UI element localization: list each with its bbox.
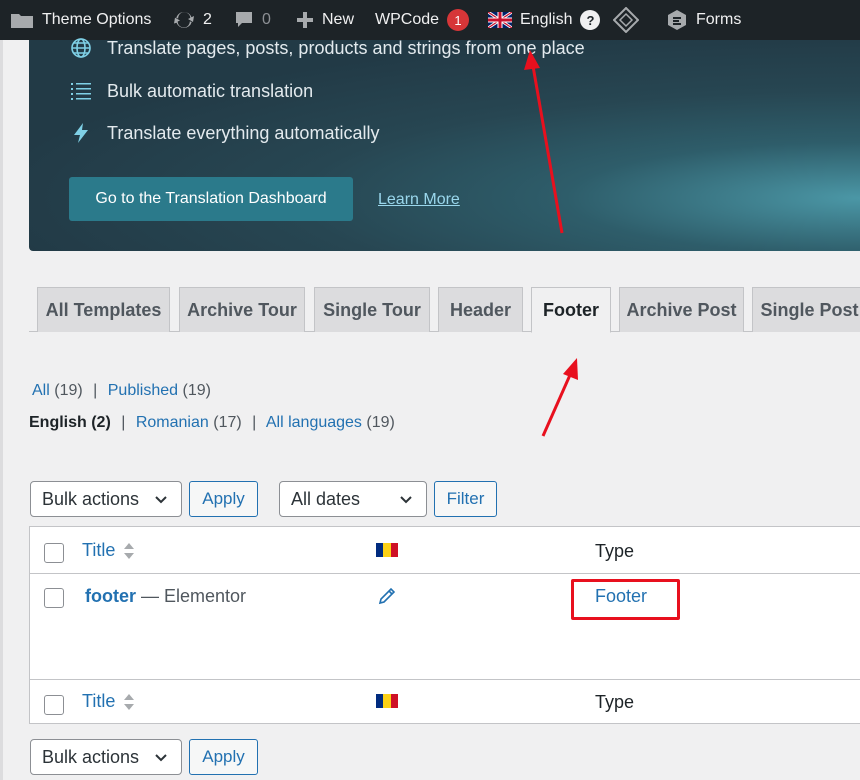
annotation-arrow-top <box>524 50 564 234</box>
annotation-arrows <box>524 50 578 437</box>
annotation-arrow-tab <box>541 358 578 437</box>
